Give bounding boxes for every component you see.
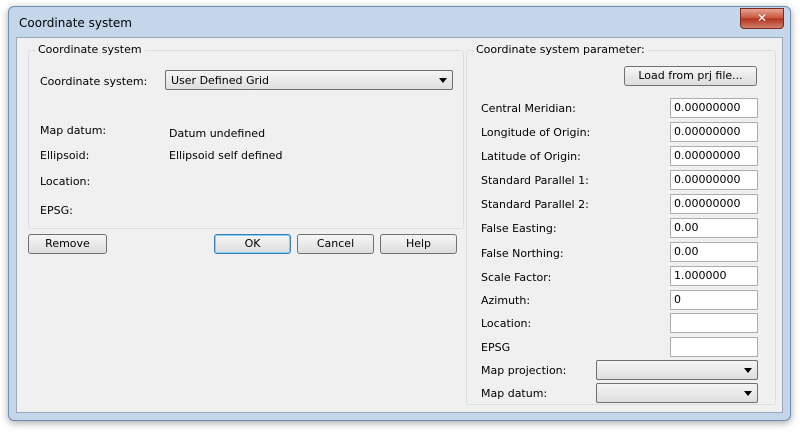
epsg-input[interactable] <box>670 337 758 357</box>
map-datum-select[interactable] <box>596 383 758 403</box>
load-from-prj-button[interactable]: Load from prj file... <box>624 66 757 86</box>
map-projection-select[interactable] <box>596 360 758 380</box>
chevron-down-icon <box>439 78 447 83</box>
ellipsoid-label: Ellipsoid: <box>40 149 90 162</box>
central-meridian-input[interactable]: 0.00000000 <box>670 98 758 118</box>
remove-button[interactable]: Remove <box>28 234 107 254</box>
coordinate-system-select[interactable]: User Defined Grid <box>165 70 453 90</box>
azimuth-input[interactable]: 0 <box>670 290 758 310</box>
standard-parallel-2-label: Standard Parallel 2: <box>481 198 589 211</box>
cancel-button[interactable]: Cancel <box>297 234 374 254</box>
coordinate-system-group: Coordinate system Coordinate system: Use… <box>28 43 464 229</box>
false-easting-label: False Easting: <box>481 222 557 235</box>
parameter-group: Coordinate system parameter: Load from p… <box>466 43 776 405</box>
ellipsoid-value: Ellipsoid self defined <box>169 149 283 162</box>
map-datum-param-label: Map datum: <box>481 387 548 400</box>
group-title: Coordinate system <box>35 43 145 56</box>
location-input[interactable] <box>670 313 758 333</box>
chevron-down-icon <box>744 391 752 396</box>
help-button[interactable]: Help <box>380 234 457 254</box>
map-projection-label: Map projection: <box>481 364 567 377</box>
title-bar[interactable]: Coordinate system ✕ <box>9 7 790 37</box>
standard-parallel-2-input[interactable]: 0.00000000 <box>670 194 758 214</box>
longitude-of-origin-label: Longitude of Origin: <box>481 126 591 139</box>
epsg-label: EPSG: <box>40 204 73 217</box>
azimuth-label: Azimuth: <box>481 294 531 307</box>
dialog-client: Coordinate system Coordinate system: Use… <box>16 37 783 413</box>
standard-parallel-1-input[interactable]: 0.00000000 <box>670 170 758 190</box>
coordinate-system-label: Coordinate system: <box>40 75 148 88</box>
ok-button[interactable]: OK <box>214 234 291 254</box>
scale-factor-label: Scale Factor: <box>481 271 552 284</box>
latitude-of-origin-label: Latitude of Origin: <box>481 150 581 163</box>
false-northing-input[interactable]: 0.00 <box>670 242 758 262</box>
coordinate-system-value: User Defined Grid <box>171 74 270 87</box>
location-param-label: Location: <box>481 317 532 330</box>
location-label: Location: <box>40 175 91 188</box>
latitude-of-origin-input[interactable]: 0.00000000 <box>670 146 758 166</box>
window-title: Coordinate system <box>19 16 132 30</box>
longitude-of-origin-input[interactable]: 0.00000000 <box>670 122 758 142</box>
map-datum-label: Map datum: <box>40 124 107 137</box>
close-icon: ✕ <box>756 11 768 25</box>
standard-parallel-1-label: Standard Parallel 1: <box>481 174 589 187</box>
central-meridian-label: Central Meridian: <box>481 102 576 115</box>
false-northing-label: False Northing: <box>481 247 564 260</box>
epsg-param-label: EPSG <box>481 341 511 354</box>
parameter-group-title: Coordinate system parameter: <box>473 43 648 56</box>
map-datum-value: Datum undefined <box>169 127 266 140</box>
close-button[interactable]: ✕ <box>740 8 784 29</box>
false-easting-input[interactable]: 0.00 <box>670 218 758 238</box>
dialog-window: Coordinate system ✕ Coordinate system Co… <box>8 6 791 421</box>
chevron-down-icon <box>744 368 752 373</box>
scale-factor-input[interactable]: 1.000000 <box>670 266 758 286</box>
